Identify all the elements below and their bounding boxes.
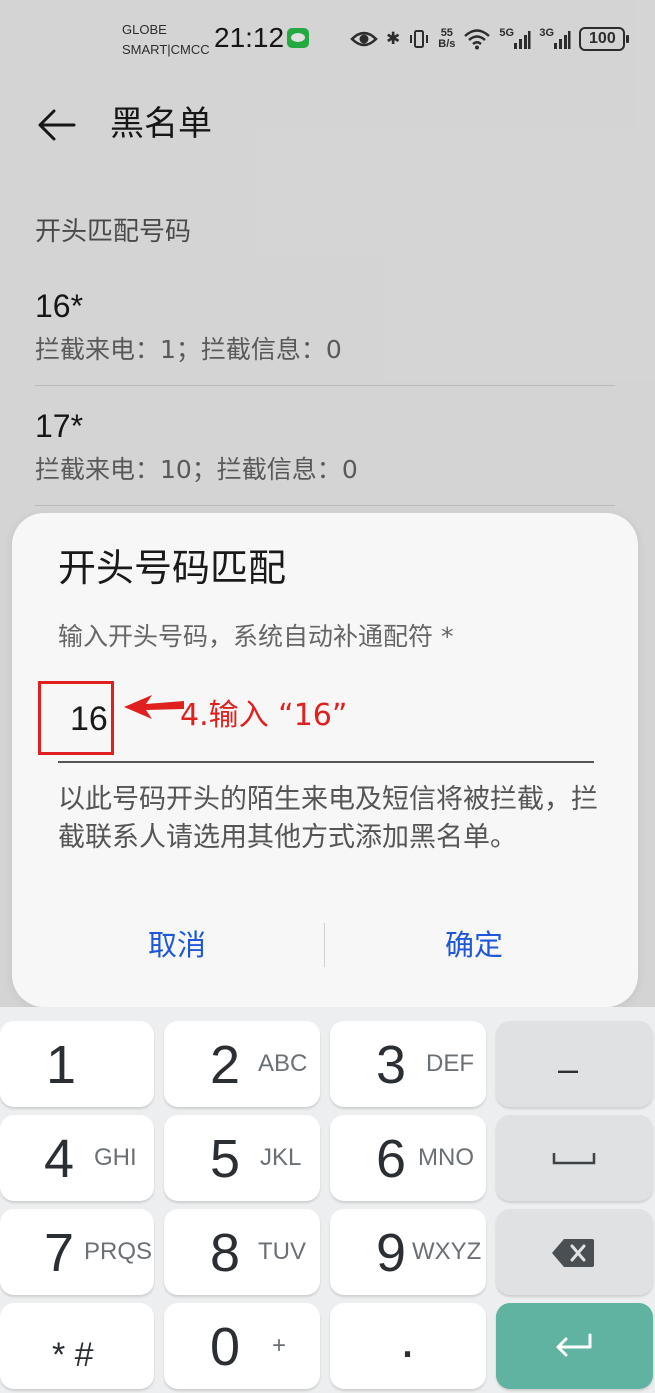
annotation-arrow-icon (124, 695, 184, 719)
key-2[interactable]: 2 ABC (164, 1021, 320, 1107)
key-digit: 1 (46, 1035, 77, 1095)
enter-key[interactable] (496, 1303, 653, 1389)
minus-key[interactable]: – (496, 1021, 653, 1107)
highlight-box (38, 681, 114, 755)
key-digit: 2 (210, 1035, 241, 1095)
key-digit: 9 (376, 1223, 407, 1283)
key-letters: WXYZ (412, 1238, 482, 1265)
key-5[interactable]: 5 JKL (164, 1115, 320, 1201)
key-dot[interactable]: . (330, 1303, 486, 1389)
key-9[interactable]: 9 WXYZ (330, 1209, 486, 1295)
dialog-description: 以此号码开头的陌生来电及短信将被拦截，拦截联系人请选用其他方式添加黑名单。 (58, 784, 598, 853)
key-letters: DEF (426, 1050, 474, 1077)
key-digit: 3 (376, 1035, 407, 1095)
key-letters: + (272, 1332, 287, 1359)
prefix-match-dialog: 开头号码匹配 输入开头号码，系统自动补通配符 * 16 4.输入 “16” 以此… (12, 513, 638, 1007)
key-symbols[interactable]: * # (0, 1303, 154, 1389)
key-digit: 7 (44, 1223, 75, 1283)
key-letters: MNO (418, 1144, 474, 1171)
key-digit: – (558, 1048, 579, 1089)
backspace-icon (552, 1239, 594, 1267)
confirm-button[interactable]: 确定 (324, 917, 624, 973)
key-0[interactable]: 0 + (164, 1303, 320, 1389)
key-digit: * # (52, 1336, 94, 1374)
key-8[interactable]: 8 TUV (164, 1209, 320, 1295)
key-1[interactable]: 1 (0, 1021, 154, 1107)
key-4[interactable]: 4 GHI (0, 1115, 154, 1201)
cancel-button[interactable]: 取消 (27, 917, 327, 973)
key-digit: . (400, 1309, 416, 1369)
dialog-hint: 输入开头号码，系统自动补通配符 * (58, 622, 454, 651)
numeric-keypad: 1 2 ABC 3 DEF – 4 GHI 5 JKL 6 MNO 7 PRQS… (0, 1007, 655, 1393)
key-digit: 0 (210, 1317, 241, 1377)
key-3[interactable]: 3 DEF (330, 1021, 486, 1107)
annotation-text: 4.输入 “16” (180, 698, 348, 733)
key-6[interactable]: 6 MNO (330, 1115, 486, 1201)
key-letters: PRQS (84, 1238, 153, 1265)
enter-icon (556, 1333, 592, 1357)
key-digit: 4 (44, 1129, 75, 1189)
key-digit: 8 (210, 1223, 241, 1283)
key-letters: GHI (94, 1144, 137, 1171)
key-letters: JKL (260, 1144, 302, 1171)
key-letters: TUV (258, 1238, 306, 1265)
key-digit: 6 (376, 1129, 407, 1189)
key-letters: ABC (258, 1050, 308, 1077)
space-icon (552, 1153, 596, 1165)
space-key[interactable] (496, 1115, 653, 1201)
key-7[interactable]: 7 PRQS (0, 1209, 154, 1295)
key-digit: 5 (210, 1129, 241, 1189)
dialog-title: 开头号码匹配 (58, 546, 287, 590)
backspace-key[interactable] (496, 1209, 653, 1295)
